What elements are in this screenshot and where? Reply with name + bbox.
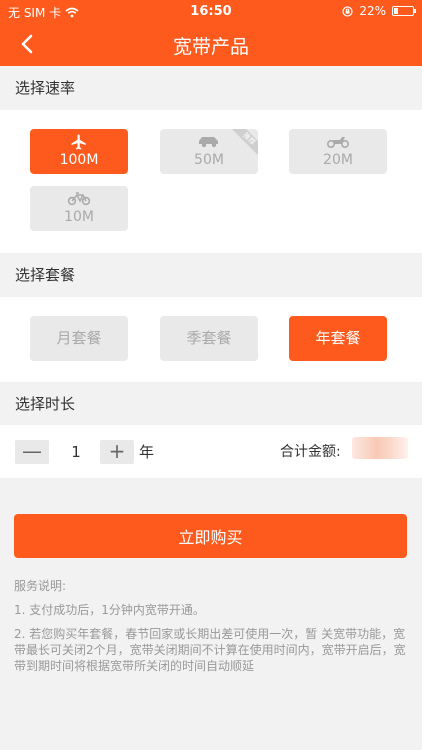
motorcycle-icon	[326, 137, 350, 149]
speed-option-label: 10M	[64, 209, 94, 225]
speed-option-label: 50M	[194, 152, 224, 168]
service-note-item: 2. 若您购买年套餐，春节回家或长期出差可使用一次，暂 关宽带功能，宽带最长可关…	[14, 627, 406, 673]
battery-icon	[392, 6, 416, 16]
status-right: 22%	[342, 4, 416, 18]
duration-section-label: 选择时长	[15, 395, 76, 413]
quantity-minus-button[interactable]: —	[15, 440, 49, 464]
speed-option-label: 100M	[59, 152, 99, 168]
speed-option-20m[interactable]: 20M	[289, 129, 387, 174]
page-title: 宽带产品	[172, 36, 249, 58]
quantity-plus-button[interactable]: +	[100, 440, 134, 464]
speed-option-100m[interactable]: 100M	[30, 129, 128, 174]
buy-now-button[interactable]: 立即购买	[14, 514, 407, 558]
duration-unit: 年	[139, 443, 155, 461]
airplane-icon	[71, 134, 86, 150]
speed-option-label: 20M	[323, 152, 353, 168]
orientation-lock-icon	[342, 5, 353, 17]
top-bar: 无 SIM 卡 16:50 22% 宽带产品	[0, 0, 422, 66]
bicycle-icon	[67, 192, 91, 206]
duration-panel: — 1 + 年 合计金额:	[0, 425, 422, 478]
total-amount-label: 合计金额:	[280, 444, 341, 460]
nav-bar: 宽带产品	[0, 22, 422, 66]
package-option-quarterly[interactable]: 季套餐	[160, 316, 258, 361]
status-bar: 无 SIM 卡 16:50 22%	[0, 0, 422, 22]
package-panel: 月套餐 季套餐 年套餐	[0, 297, 422, 382]
speed-option-10m[interactable]: 10M	[30, 186, 128, 231]
package-option-monthly[interactable]: 月套餐	[30, 316, 128, 361]
service-note-item: 1. 支付成功后，1分钟内宽带开通。	[14, 603, 205, 617]
package-option-yearly[interactable]: 年套餐	[289, 316, 387, 361]
quantity-value[interactable]: 1	[58, 440, 94, 464]
service-notes: 服务说明: 1. 支付成功后，1分钟内宽带开通。 2. 若您购买年套餐，春节回家…	[14, 578, 408, 682]
speed-option-50m[interactable]: 50M 推荐	[160, 129, 258, 174]
battery-percent: 22%	[359, 4, 386, 18]
total-amount-value-redacted	[352, 437, 408, 459]
service-notes-title: 服务说明:	[14, 579, 67, 593]
package-section-label: 选择套餐	[15, 266, 76, 284]
battery-fill	[394, 8, 398, 14]
speed-panel: 100M 50M 推荐 20M 10M	[0, 110, 422, 253]
car-icon	[199, 137, 218, 148]
speed-section-label: 选择速率	[15, 79, 76, 97]
